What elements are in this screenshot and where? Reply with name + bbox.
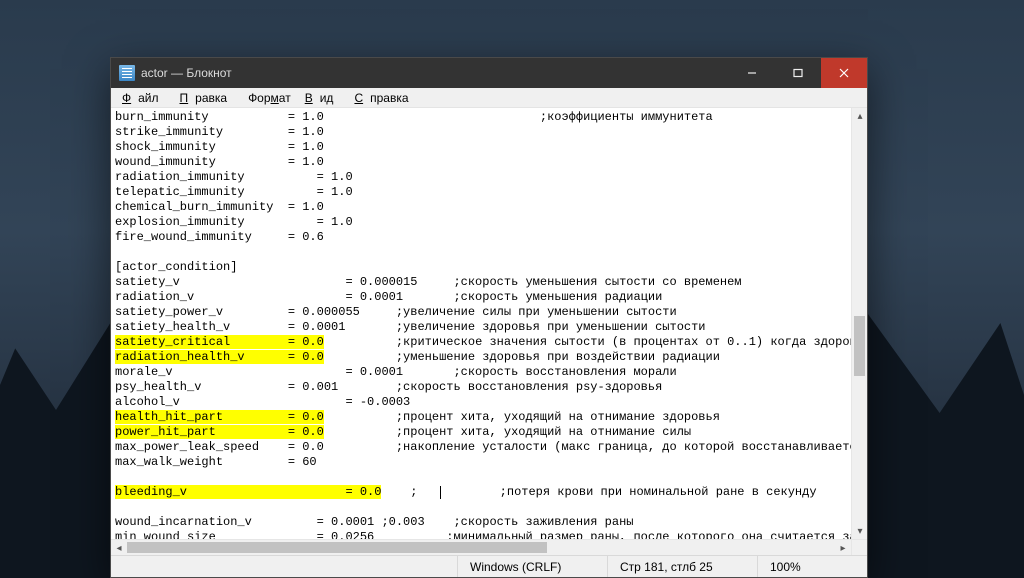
- notepad-icon: [119, 65, 135, 81]
- editor-area: burn_immunity = 1.0 ;коэффициенты иммуни…: [111, 108, 867, 555]
- titlebar[interactable]: actor — Блокнот: [111, 58, 867, 88]
- close-button[interactable]: [821, 58, 867, 88]
- scroll-right-icon[interactable]: ▸: [835, 540, 851, 555]
- menu-help[interactable]: Справка: [347, 89, 422, 107]
- notepad-window: actor — Блокнот Файл Правка Формат Вид С…: [110, 57, 868, 578]
- menu-view[interactable]: Вид: [298, 89, 348, 107]
- menu-format[interactable]: Формат: [241, 89, 298, 107]
- menubar: Файл Правка Формат Вид Справка: [111, 88, 867, 108]
- minimize-button[interactable]: [729, 58, 775, 88]
- scroll-left-icon[interactable]: ◂: [111, 540, 127, 555]
- text-content[interactable]: burn_immunity = 1.0 ;коэффициенты иммуни…: [111, 108, 851, 539]
- menu-edit[interactable]: Правка: [173, 89, 242, 107]
- status-spacer: [111, 556, 457, 577]
- vertical-scroll-thumb[interactable]: [854, 316, 865, 376]
- horizontal-scroll-thumb[interactable]: [127, 542, 547, 553]
- status-zoom: 100%: [757, 556, 867, 577]
- status-position: Стр 181, стлб 25: [607, 556, 757, 577]
- menu-file[interactable]: Файл: [115, 89, 173, 107]
- scroll-corner: [851, 539, 867, 555]
- statusbar: Windows (CRLF) Стр 181, стлб 25 100%: [111, 555, 867, 577]
- scroll-up-icon[interactable]: ▴: [852, 108, 867, 124]
- maximize-button[interactable]: [775, 58, 821, 88]
- window-title: actor — Блокнот: [141, 66, 232, 80]
- horizontal-scrollbar[interactable]: ◂ ▸: [111, 539, 851, 555]
- status-encoding: Windows (CRLF): [457, 556, 607, 577]
- scroll-down-icon[interactable]: ▾: [852, 523, 867, 539]
- vertical-scrollbar[interactable]: ▴ ▾: [851, 108, 867, 539]
